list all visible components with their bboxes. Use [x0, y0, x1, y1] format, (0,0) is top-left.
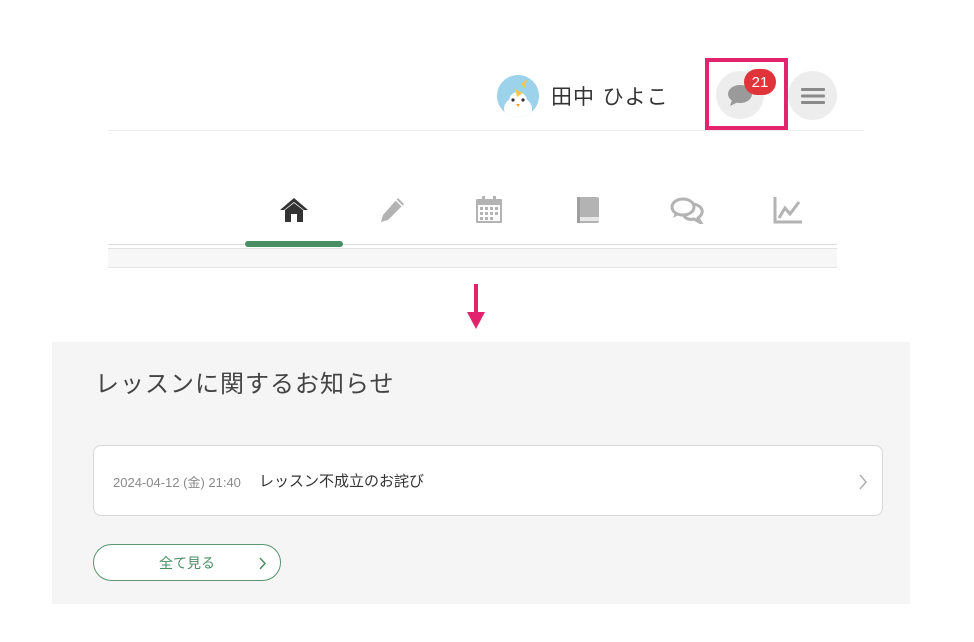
hamburger-menu-icon — [800, 87, 825, 104]
menu-button[interactable] — [788, 71, 837, 120]
chevron-right-icon — [859, 474, 867, 490]
tab-chat[interactable] — [639, 188, 735, 232]
home-icon — [280, 198, 308, 222]
down-arrow-icon — [467, 284, 485, 329]
view-all-label: 全て見る — [159, 555, 215, 572]
tab-pencil[interactable] — [344, 188, 440, 232]
notice-title: レッスン不成立のお詫び — [259, 472, 425, 490]
tab-bar-band — [108, 249, 837, 268]
chick-avatar-icon — [497, 75, 539, 117]
user-profile[interactable]: 田中 ひよこ — [497, 75, 669, 117]
active-tab-indicator — [245, 241, 343, 247]
message-count-badge: 21 — [744, 69, 776, 95]
lesson-notices-panel: レッスンに関するお知らせ 2024-04-12 (金) 21:40 レッスン不成… — [52, 342, 910, 604]
view-all-button[interactable]: 全て見る — [93, 544, 281, 581]
tab-calendar[interactable] — [441, 188, 537, 232]
pencil-icon — [381, 198, 404, 222]
tab-bar-divider — [108, 244, 837, 245]
tab-book[interactable] — [540, 188, 636, 232]
line-chart-icon — [773, 197, 802, 224]
user-name: 田中 ひよこ — [551, 85, 669, 109]
chevron-right-icon — [259, 557, 267, 570]
avatar[interactable] — [497, 75, 539, 117]
header-divider — [108, 130, 864, 131]
tab-stats[interactable] — [740, 188, 836, 232]
book-icon — [577, 197, 599, 223]
calendar-icon — [476, 196, 502, 223]
chat-bubbles-icon — [670, 197, 704, 224]
notice-item[interactable]: 2024-04-12 (金) 21:40 レッスン不成立のお詫び — [93, 445, 883, 516]
tab-home[interactable] — [246, 188, 342, 232]
notice-date: 2024-04-12 (金) 21:40 — [113, 475, 241, 490]
panel-title: レッスンに関するお知らせ — [95, 370, 395, 398]
